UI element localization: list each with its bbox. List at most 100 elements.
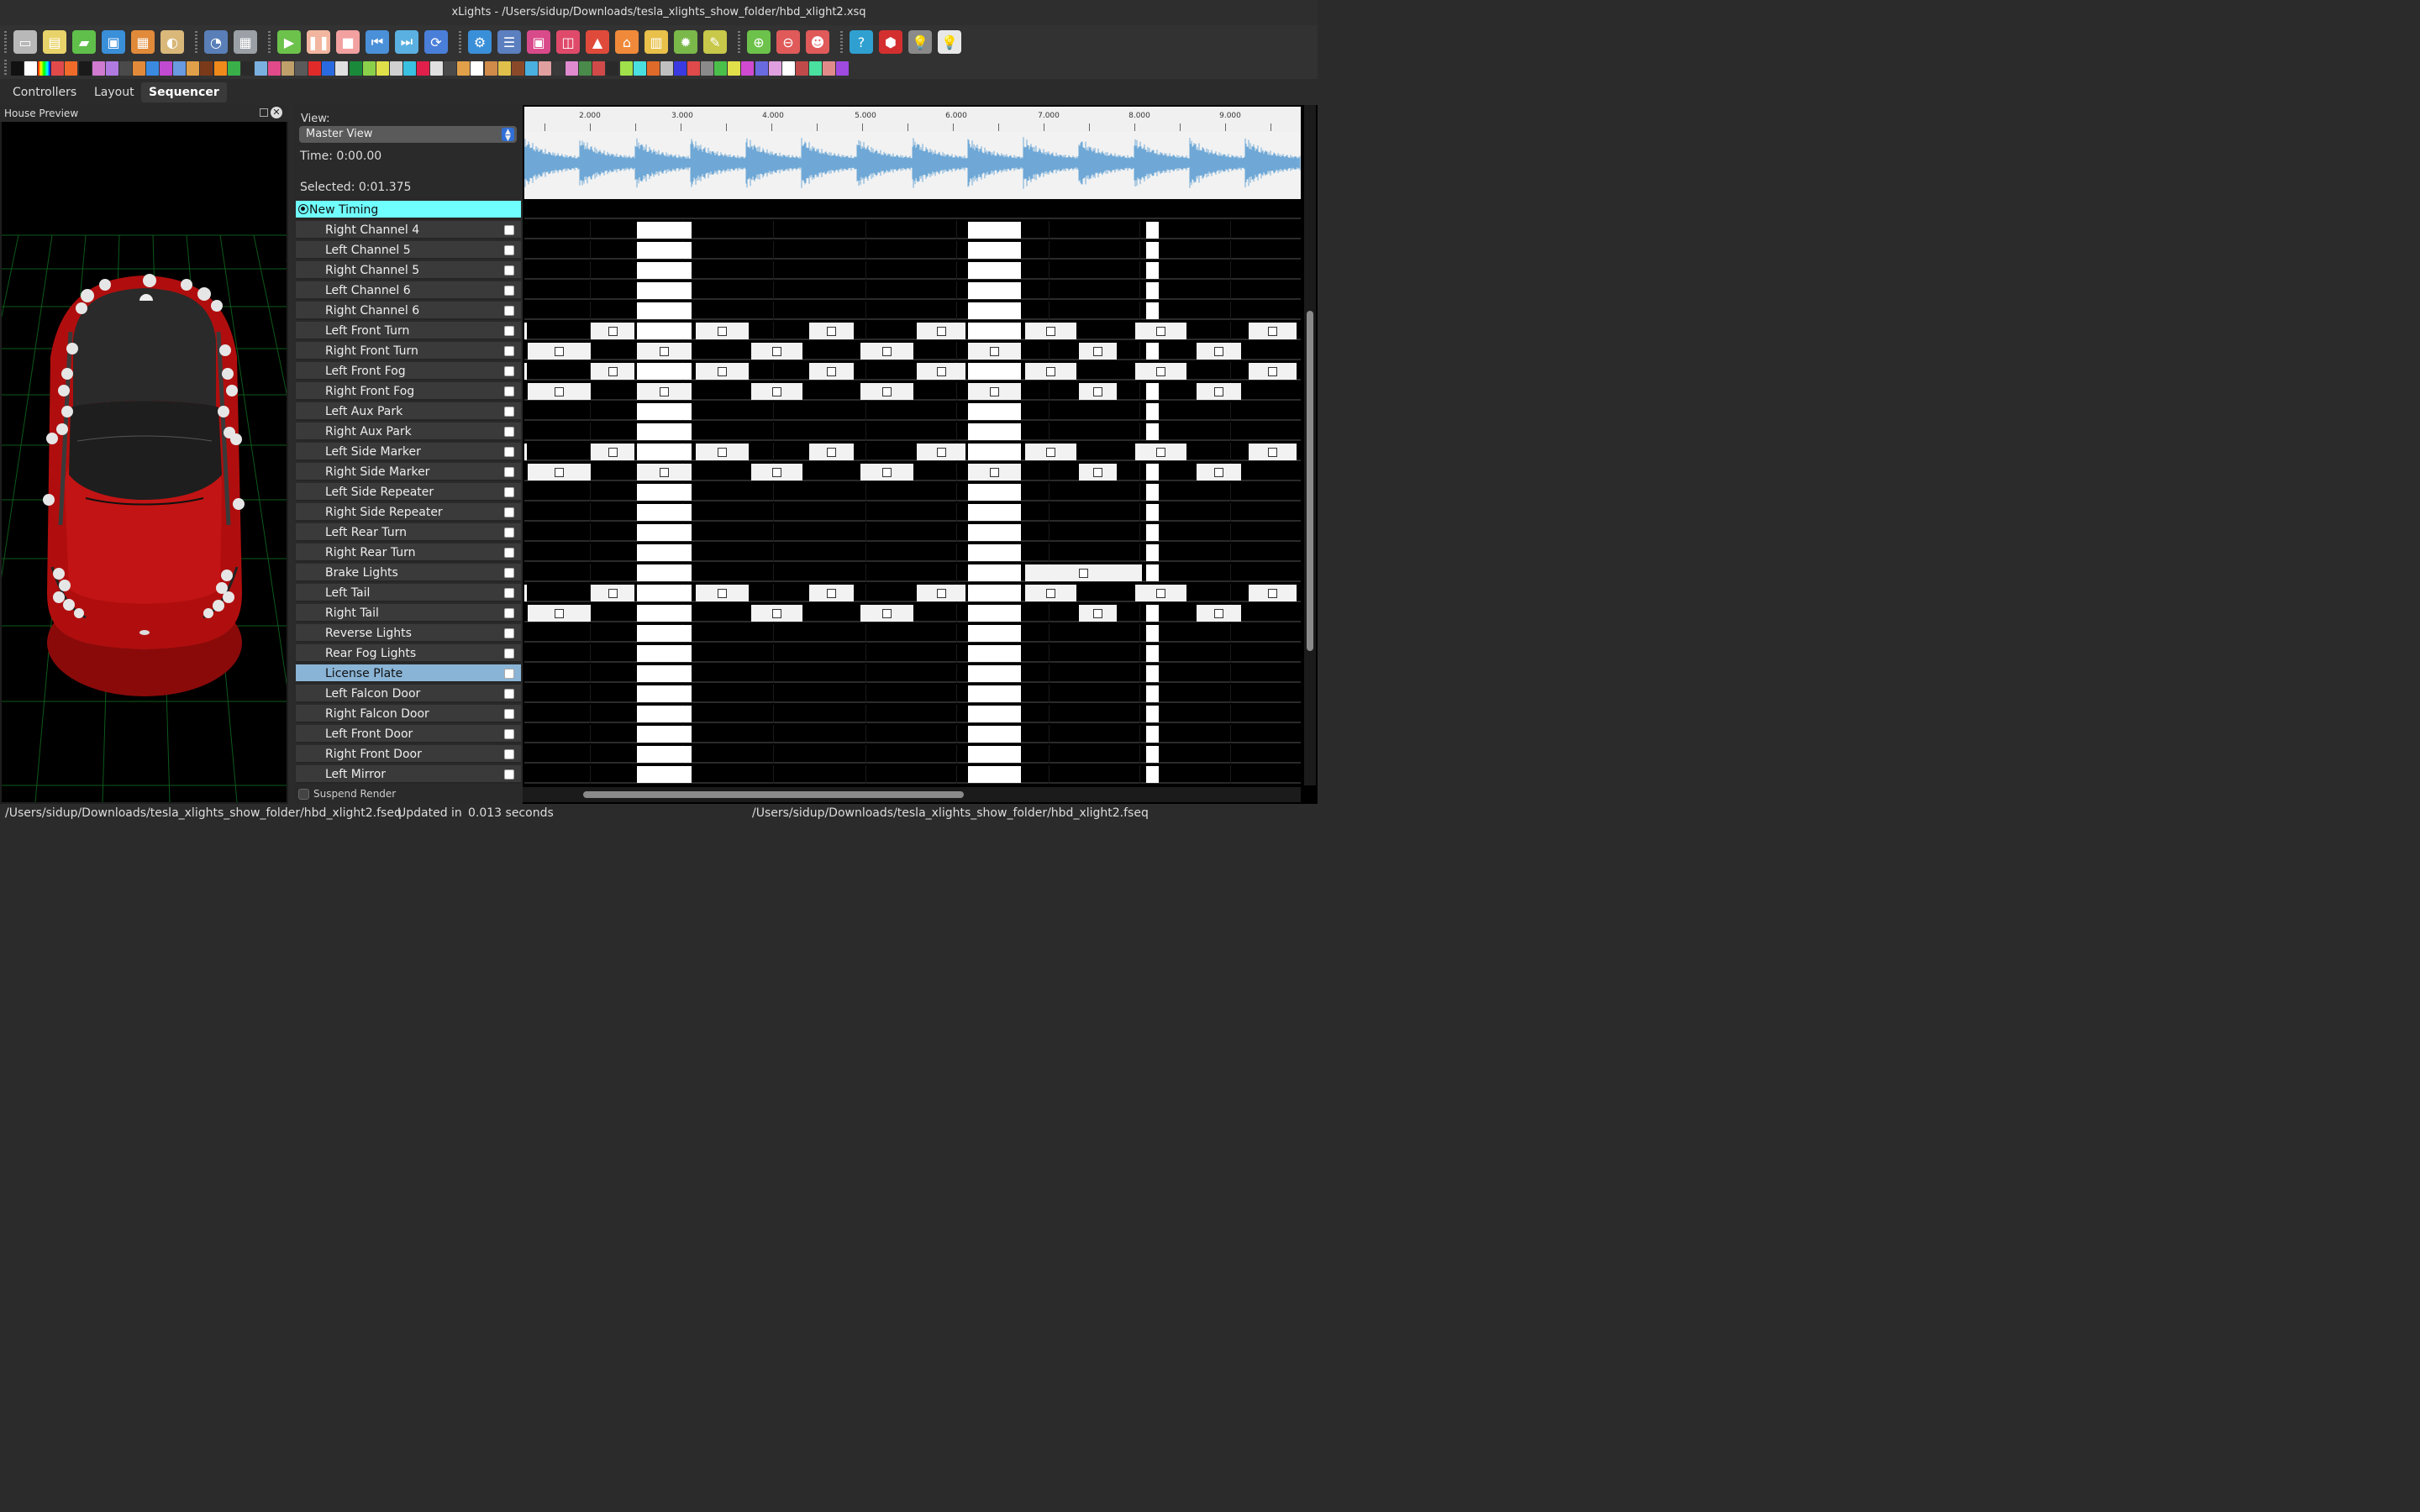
effect-block[interactable]	[591, 444, 634, 460]
effect-block[interactable]	[528, 343, 591, 360]
effect-block[interactable]	[751, 605, 802, 622]
effect-block[interactable]	[968, 564, 1021, 581]
model-row-header[interactable]: Right Side Repeater	[296, 503, 521, 522]
effect-row[interactable]	[524, 705, 1301, 723]
zoom-in-icon[interactable]: ⊕	[747, 30, 771, 54]
row-visibility-checkbox[interactable]	[504, 729, 514, 739]
effect-block[interactable]	[968, 726, 1021, 743]
toolbar-grip[interactable]	[195, 31, 197, 53]
effect-block[interactable]	[968, 585, 1021, 601]
effect-icon[interactable]	[497, 61, 511, 76]
toolbar-grip[interactable]	[840, 31, 843, 53]
tab-sequencer[interactable]: Sequencer	[141, 82, 227, 102]
row-visibility-checkbox[interactable]	[504, 467, 514, 477]
effect-block[interactable]	[637, 706, 692, 722]
effect-block[interactable]	[968, 484, 1021, 501]
effect-block[interactable]	[637, 524, 692, 541]
row-visibility-checkbox[interactable]	[504, 407, 514, 417]
model-row-header[interactable]: Right Tail	[296, 604, 521, 622]
effect-block[interactable]	[751, 383, 802, 400]
effect-block[interactable]	[637, 262, 692, 279]
effect-icon[interactable]	[92, 61, 105, 76]
effect-block[interactable]	[809, 585, 854, 601]
effect-icon[interactable]	[254, 61, 267, 76]
effect-icon[interactable]	[213, 61, 227, 76]
toolbar-grip[interactable]	[4, 60, 7, 76]
effect-icon[interactable]	[660, 61, 673, 76]
effect-icon[interactable]	[673, 61, 687, 76]
model-row-header[interactable]: Left Falcon Door	[296, 685, 521, 703]
effect-block[interactable]	[1146, 645, 1159, 662]
effect-block[interactable]	[968, 423, 1021, 440]
effect-block[interactable]	[1146, 685, 1159, 702]
effect-block[interactable]	[637, 766, 692, 783]
effect-block[interactable]	[637, 625, 692, 642]
effect-icon[interactable]	[484, 61, 497, 76]
row-visibility-checkbox[interactable]	[504, 447, 514, 457]
effect-block[interactable]	[1025, 363, 1076, 380]
row-visibility-checkbox[interactable]	[504, 628, 514, 638]
help-icon[interactable]: ?	[850, 30, 873, 54]
model-row-header[interactable]: Left Rear Turn	[296, 523, 521, 542]
effect-icon[interactable]	[308, 61, 322, 76]
model-row-header[interactable]: Right Front Door	[296, 745, 521, 764]
model-row-header[interactable]: Right Falcon Door	[296, 705, 521, 723]
house-icon[interactable]: ⌂	[615, 30, 639, 54]
effect-block[interactable]	[1249, 363, 1297, 380]
effect-block[interactable]	[637, 302, 692, 319]
effect-icon[interactable]	[755, 61, 768, 76]
effect-block[interactable]	[968, 343, 1021, 360]
effect-block[interactable]	[968, 323, 1021, 339]
effect-block[interactable]	[1197, 343, 1241, 360]
palette-icon[interactable]: ◐	[160, 30, 184, 54]
effect-block[interactable]	[637, 484, 692, 501]
waveform[interactable]	[523, 132, 1301, 199]
effect-block[interactable]	[696, 585, 749, 601]
row-visibility-checkbox[interactable]	[504, 487, 514, 497]
zoom-out-icon[interactable]: ⊖	[776, 30, 800, 54]
row-visibility-checkbox[interactable]	[504, 568, 514, 578]
model-row-header[interactable]: Left Side Repeater	[296, 483, 521, 501]
effect-icon[interactable]	[402, 61, 416, 76]
effect-icon[interactable]	[362, 61, 376, 76]
effect-block[interactable]	[528, 605, 591, 622]
effect-block[interactable]	[637, 685, 692, 702]
effect-block[interactable]	[751, 343, 802, 360]
cone-icon[interactable]: ▲	[586, 30, 609, 54]
effect-block[interactable]	[1146, 403, 1159, 420]
effect-block[interactable]	[1146, 383, 1159, 400]
effect-block[interactable]	[591, 585, 634, 601]
effect-icon[interactable]	[457, 61, 471, 76]
effect-block[interactable]	[1146, 564, 1159, 581]
effect-block[interactable]	[1135, 323, 1186, 339]
effect-block[interactable]	[968, 282, 1021, 299]
effect-block[interactable]	[809, 444, 854, 460]
effect-block[interactable]	[1146, 746, 1159, 763]
row-visibility-checkbox[interactable]	[504, 689, 514, 699]
effect-block[interactable]	[968, 746, 1021, 763]
effect-block[interactable]	[637, 544, 692, 561]
row-visibility-checkbox[interactable]	[504, 306, 514, 316]
effect-icon[interactable]	[741, 61, 755, 76]
effect-block[interactable]	[1146, 665, 1159, 682]
effect-block[interactable]	[524, 444, 527, 460]
effect-block[interactable]	[637, 645, 692, 662]
close-icon[interactable]: ✕	[271, 107, 282, 118]
save-icon[interactable]: ▣	[102, 30, 125, 54]
effect-icon[interactable]	[51, 61, 65, 76]
effect-block[interactable]	[968, 403, 1021, 420]
model-row-header[interactable]: Right Channel 5	[296, 261, 521, 280]
view-select[interactable]: Master View ▲ ▼	[299, 126, 517, 143]
effect-icon[interactable]	[295, 61, 308, 76]
effect-block[interactable]	[1079, 605, 1117, 622]
layers-icon[interactable]: ◫	[556, 30, 580, 54]
rewind-icon[interactable]: ⏮	[366, 30, 389, 54]
effect-block[interactable]	[637, 726, 692, 743]
settings-gear-icon[interactable]: ⚙	[468, 30, 492, 54]
effect-icon[interactable]	[714, 61, 728, 76]
toolbar-grip[interactable]	[459, 31, 461, 53]
model-row-header[interactable]: Left Front Fog	[296, 362, 521, 381]
effect-icon[interactable]	[187, 61, 200, 76]
effect-block[interactable]	[1025, 323, 1076, 339]
row-visibility-checkbox[interactable]	[504, 749, 514, 759]
